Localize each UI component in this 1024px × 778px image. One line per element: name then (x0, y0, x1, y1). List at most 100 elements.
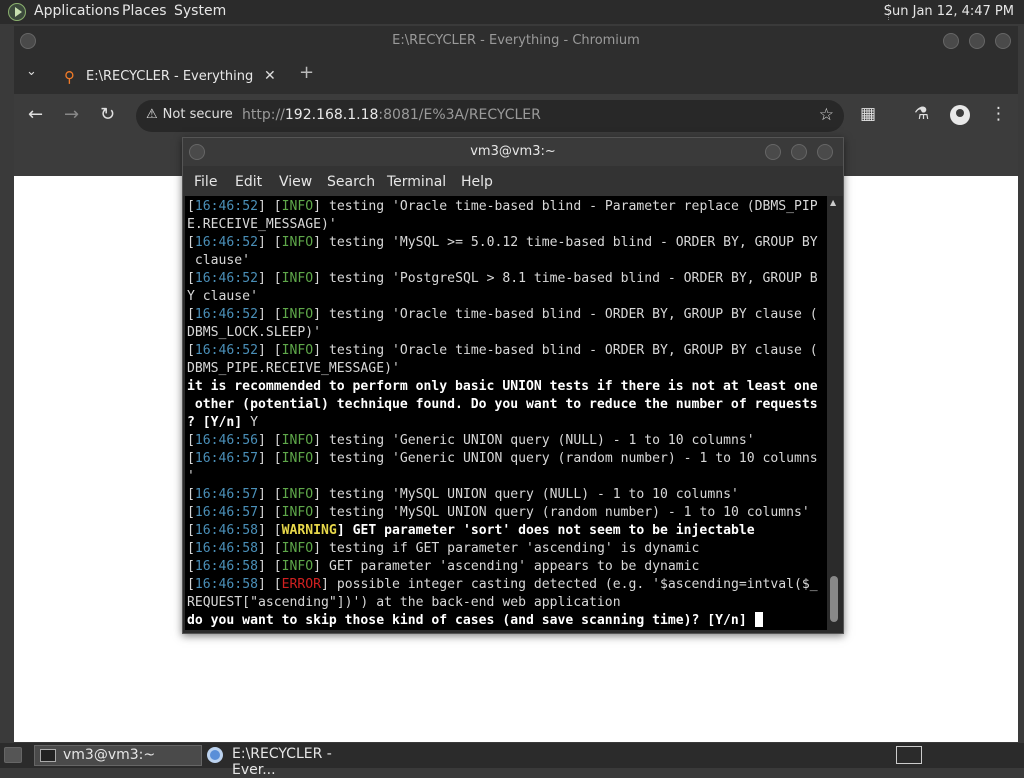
tab-close-icon[interactable]: ✕ (264, 68, 276, 84)
terminal-line-segment: ] [ (257, 307, 282, 322)
forward-icon[interactable]: → (64, 104, 79, 125)
scrollbar-thumb[interactable] (830, 576, 838, 622)
terminal-maximize-icon[interactable] (791, 144, 807, 160)
menu-applications[interactable]: Applications (34, 3, 120, 19)
warning-icon: ⚠ (146, 107, 158, 122)
security-chip[interactable]: ⚠ Not secure (146, 107, 233, 122)
terminal-line-segment: [ (187, 451, 195, 466)
terminal-menu-edit[interactable]: Edit (235, 174, 262, 190)
terminal-menu-file[interactable]: File (194, 174, 217, 190)
url-prefix: http:// (242, 107, 285, 123)
applications-logo-icon[interactable] (8, 3, 26, 21)
tab-title: E:\RECYCLER - Everything (86, 69, 254, 84)
tab-search-chevron-icon[interactable]: ⌄ (26, 64, 37, 79)
terminal-line-segment: ] [ (257, 271, 282, 286)
terminal-line: [16:46:57] [INFO] testing 'Generic UNION… (187, 450, 818, 468)
menu-system[interactable]: System (174, 3, 226, 19)
browser-title-bar[interactable]: E:\RECYCLER - Everything - Chromium (14, 26, 1018, 56)
terminal-line-segment: [ (187, 523, 195, 538)
terminal-line-segment: [ (187, 577, 195, 592)
terminal-line: [16:46:52] [INFO] testing 'Oracle time-b… (187, 198, 818, 216)
bookmark-star-icon[interactable]: ☆ (819, 105, 834, 125)
menu-places[interactable]: Places (122, 3, 167, 19)
terminal-menubar: File Edit View Search Terminal Help (183, 166, 843, 196)
minimize-icon[interactable] (943, 33, 959, 49)
terminal-line-segment: ERROR (281, 577, 322, 592)
reload-icon[interactable]: ↻ (100, 104, 115, 125)
terminal-line-segment: ] possible integer casting detected (e.g… (321, 577, 818, 592)
extensions-puzzle-icon[interactable]: ▦ (860, 104, 876, 124)
terminal-menu-help[interactable]: Help (461, 174, 493, 190)
terminal-line-segment: INFO (281, 559, 314, 574)
scroll-up-icon[interactable]: ▲ (830, 198, 836, 207)
more-menu-icon[interactable]: ⋮ (990, 104, 1007, 124)
terminal-line-segment: INFO (281, 433, 314, 448)
terminal-line-segment: 16:46:52 (194, 199, 258, 214)
tab-active[interactable]: ⚲ E:\RECYCLER - Everything ✕ (56, 60, 286, 94)
back-icon[interactable]: ← (28, 104, 43, 125)
terminal-line: [16:46:52] [INFO] testing 'Oracle time-b… (187, 342, 818, 360)
terminal-scrollbar[interactable]: ▲ (828, 196, 840, 630)
terminal-line-segment: [ (187, 307, 195, 322)
terminal-cursor (754, 612, 763, 627)
terminal-line-segment: ] [ (257, 559, 282, 574)
terminal-window-menu-icon[interactable] (189, 144, 205, 160)
terminal-line: [16:46:58] [ERROR] possible integer cast… (187, 576, 818, 594)
labs-flask-icon[interactable]: ⚗ (914, 104, 929, 124)
url-host: 192.168.1.18 (284, 107, 379, 123)
terminal-line-segment: 16:46:58 (194, 577, 258, 592)
terminal-line-segment: INFO (281, 487, 314, 502)
chromium-app-icon (207, 747, 223, 763)
browser-toolbar: ← → ↻ ⚠ Not secure http://192.168.1.18:80… (14, 94, 1018, 138)
terminal-line-segment: [ (187, 487, 195, 502)
new-tab-icon[interactable]: + (299, 62, 314, 83)
taskbar-item-label: E:\RECYCLER - Ever... (232, 746, 332, 778)
terminal-line-segment: ] [ (257, 343, 282, 358)
terminal-menu-search[interactable]: Search (327, 174, 375, 190)
show-desktop-icon[interactable] (4, 747, 22, 763)
terminal-line-segment: ] testing 'Oracle time-based blind - Par… (313, 199, 818, 214)
terminal-line-segment: 16:46:57 (194, 505, 258, 520)
terminal-line-segment: [ (187, 343, 195, 358)
terminal-line-segment: ] [ (257, 577, 282, 592)
maximize-icon[interactable] (969, 33, 985, 49)
terminal-line-segment: ] testing 'MySQL UNION query (NULL) - 1 … (313, 487, 739, 502)
terminal-line-segment: ] [ (257, 523, 282, 538)
taskbar-item-browser[interactable]: E:\RECYCLER - Ever... (204, 745, 372, 778)
terminal-line-segment: 16:46:57 (194, 487, 258, 502)
terminal-line: REQUEST["ascending"])') at the back-end … (187, 594, 818, 612)
terminal-output[interactable]: [16:46:52] [INFO] testing 'Oracle time-b… (185, 196, 827, 630)
terminal-menu-terminal[interactable]: Terminal (387, 174, 446, 190)
terminal-line-segment: ] [ (257, 451, 282, 466)
address-bar[interactable]: ⚠ Not secure http://192.168.1.18:8081/E%3… (136, 100, 844, 132)
url-text[interactable]: http://192.168.1.18:8081/E%3A/RECYCLER (242, 107, 541, 123)
terminal-line-segment: WARNING (281, 523, 337, 538)
clock[interactable]: Sun Jan 12, 4:47 PM (884, 4, 1014, 19)
terminal-title-bar[interactable]: vm3@vm3:~ (183, 138, 843, 166)
terminal-menu-view[interactable]: View (279, 174, 312, 190)
window-menu-icon[interactable] (20, 33, 36, 49)
terminal-line: ? [Y/n] Y (187, 414, 818, 432)
terminal-line-segment: INFO (281, 199, 314, 214)
terminal-line-segment: 16:46:52 (194, 343, 258, 358)
terminal-line-segment: INFO (281, 271, 314, 286)
terminal-line-segment: ] [ (257, 433, 282, 448)
terminal-minimize-icon[interactable] (765, 144, 781, 160)
terminal-line: [16:46:52] [INFO] testing 'Oracle time-b… (187, 306, 818, 324)
terminal-line-segment: 16:46:56 (194, 433, 258, 448)
profile-avatar-icon[interactable] (950, 105, 970, 125)
taskbar-item-terminal[interactable]: vm3@vm3:~ (34, 745, 202, 766)
terminal-close-icon[interactable] (817, 144, 833, 160)
terminal-line-segment: INFO (281, 451, 314, 466)
terminal-line: ' (187, 468, 818, 486)
terminal-line-segment: ] [ (257, 541, 282, 556)
workspace-switcher[interactable] (896, 746, 922, 764)
terminal-line-segment: E.RECEIVE_MESSAGE)' (187, 217, 337, 232)
terminal-line: [16:46:52] [INFO] testing 'PostgreSQL > … (187, 270, 818, 288)
terminal-line: clause' (187, 252, 818, 270)
terminal-line: do you want to skip those kind of cases … (187, 612, 818, 630)
terminal-line-segment: DBMS_LOCK.SLEEP)' (187, 325, 322, 340)
terminal-line-segment: INFO (281, 235, 314, 250)
terminal-line-segment: ] testing 'Oracle time-based blind - ORD… (313, 343, 818, 358)
close-window-icon[interactable] (995, 33, 1011, 49)
